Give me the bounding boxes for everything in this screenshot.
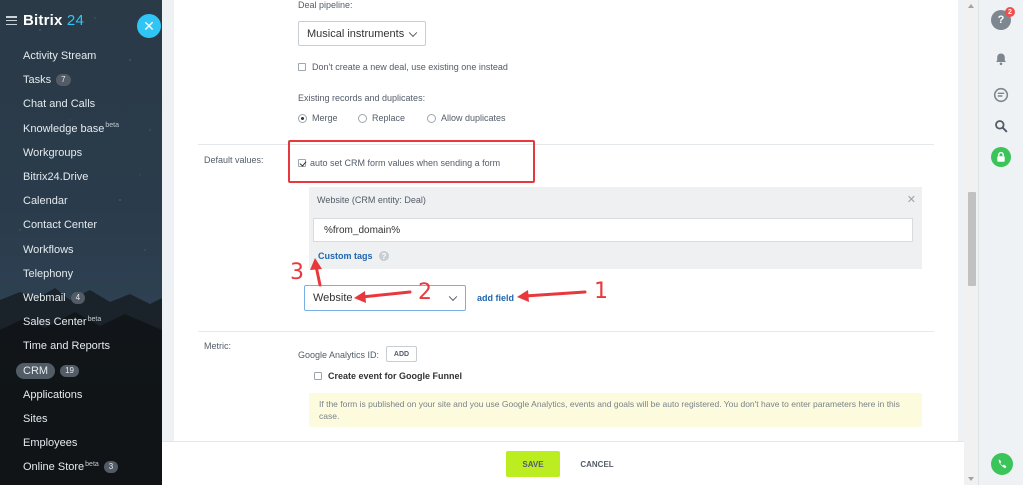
right-panel: ? 2 — [978, 0, 1023, 485]
brand-number: 24 — [66, 12, 85, 29]
count-badge: 19 — [60, 364, 79, 377]
ga-info-box: If the form is published on your site an… — [309, 393, 922, 427]
annotation-step-2: 2 — [418, 280, 432, 305]
sidebar-item-drive[interactable]: Bitrix24.Drive — [0, 165, 162, 189]
sidebar-item-workflows[interactable]: Workflows — [0, 238, 162, 262]
allow-duplicates-label: Allow duplicates — [441, 113, 506, 123]
sidebar-item-tasks[interactable]: Tasks 7 — [0, 68, 162, 92]
sidebar-item-telephony[interactable]: Telephony — [0, 262, 162, 286]
default-values-label: Default values: — [204, 155, 264, 165]
close-slider-button[interactable]: ✕ — [137, 14, 161, 38]
form-settings-card: Deal pipeline: Musical instruments Don't… — [174, 0, 958, 485]
scroll-down-icon[interactable] — [968, 477, 974, 481]
field-select[interactable]: Website — [304, 285, 466, 311]
scrollbar[interactable] — [964, 0, 978, 485]
highlight-box — [288, 140, 535, 183]
ga-funnel-checkbox[interactable] — [314, 372, 322, 380]
sidebar-item-sales-center[interactable]: Sales Center beta — [0, 310, 162, 334]
no-new-deal-checkbox[interactable] — [298, 63, 306, 71]
brand-name: Bitrix — [23, 12, 63, 29]
form-footer: SAVE CANCEL — [162, 441, 978, 485]
custom-tags-link[interactable]: Custom tags — [318, 251, 373, 261]
entity-title: Website (CRM entity: Deal) — [317, 195, 426, 205]
phone-icon[interactable] — [991, 453, 1013, 475]
sidebar-item-chat-and-calls[interactable]: Chat and Calls — [0, 92, 162, 116]
allow-duplicates-radio[interactable] — [427, 114, 436, 123]
close-icon: ✕ — [143, 17, 155, 34]
annotation-step-3: 3 — [290, 260, 304, 285]
add-field-link[interactable]: add field — [477, 293, 514, 303]
lock-icon[interactable] — [991, 147, 1011, 167]
beta-label: beta — [85, 460, 99, 468]
sidebar: Bitrix 24 Activity Stream Tasks 7 Chat an… — [0, 0, 162, 485]
chevron-down-icon — [408, 28, 418, 37]
sidebar-item-sites[interactable]: Sites — [0, 407, 162, 431]
divider — [198, 331, 934, 332]
close-icon[interactable]: ✕ — [907, 193, 916, 206]
replace-radio[interactable] — [358, 114, 367, 123]
chevron-down-icon — [448, 292, 458, 302]
ga-id-label: Google Analytics ID: — [298, 350, 380, 360]
count-badge: 4 — [70, 291, 86, 304]
sidebar-item-employees[interactable]: Employees — [0, 431, 162, 455]
sidebar-item-knowledge-base[interactable]: Knowledge base beta — [0, 117, 162, 141]
beta-label: beta — [87, 315, 102, 323]
default-value-input[interactable]: %from_domain% — [313, 218, 913, 242]
menu-icon[interactable] — [6, 16, 17, 25]
sidebar-item-activity-stream[interactable]: Activity Stream — [0, 44, 162, 68]
ga-add-button[interactable]: ADD — [386, 346, 417, 362]
replace-label: Replace — [372, 113, 406, 123]
chat-icon[interactable] — [991, 85, 1011, 105]
sidebar-item-crm[interactable]: CRM 19 — [0, 358, 162, 382]
sidebar-item-time-and-reports[interactable]: Time and Reports — [0, 334, 162, 358]
scroll-thumb[interactable] — [968, 192, 976, 286]
sidebar-item-webmail[interactable]: Webmail 4 — [0, 286, 162, 310]
sidebar-item-contact-center[interactable]: Contact Center — [0, 213, 162, 237]
deal-pipeline-select[interactable]: Musical instruments — [298, 21, 426, 46]
deal-pipeline-label: Deal pipeline: — [298, 0, 353, 10]
ga-funnel-label: Create event for Google Funnel — [328, 371, 463, 381]
merge-label: Merge — [312, 113, 338, 123]
count-badge: 3 — [103, 461, 119, 474]
sidebar-item-applications[interactable]: Applications — [0, 383, 162, 407]
no-new-deal-label: Don't create a new deal, use existing on… — [312, 62, 508, 72]
metric-label: Metric: — [204, 341, 231, 351]
cancel-button[interactable]: CANCEL — [574, 451, 620, 477]
help-icon[interactable]: ? — [379, 251, 389, 261]
bell-icon[interactable] — [991, 49, 1011, 69]
scroll-up-icon[interactable] — [968, 4, 974, 8]
save-button[interactable]: SAVE — [506, 451, 560, 477]
existing-records-label: Existing records and duplicates: — [298, 93, 426, 103]
merge-radio[interactable] — [298, 114, 307, 123]
sidebar-item-online-store[interactable]: Online Store beta 3 — [0, 455, 162, 479]
annotation-step-1: 1 — [594, 279, 608, 304]
default-value-panel: Website (CRM entity: Deal) ✕ %from_domai… — [309, 187, 922, 269]
sidebar-item-calendar[interactable]: Calendar — [0, 189, 162, 213]
brand-logo[interactable]: Bitrix 24 — [6, 12, 84, 29]
sidebar-nav: Activity Stream Tasks 7 Chat and Calls Kn… — [0, 44, 162, 479]
main-area: Deal pipeline: Musical instruments Don't… — [162, 0, 978, 485]
sidebar-item-workgroups[interactable]: Workgroups — [0, 141, 162, 165]
help-badge: 2 — [1005, 7, 1015, 17]
count-badge: 7 — [56, 74, 71, 87]
search-icon[interactable] — [991, 116, 1011, 136]
beta-label: beta — [105, 122, 119, 130]
